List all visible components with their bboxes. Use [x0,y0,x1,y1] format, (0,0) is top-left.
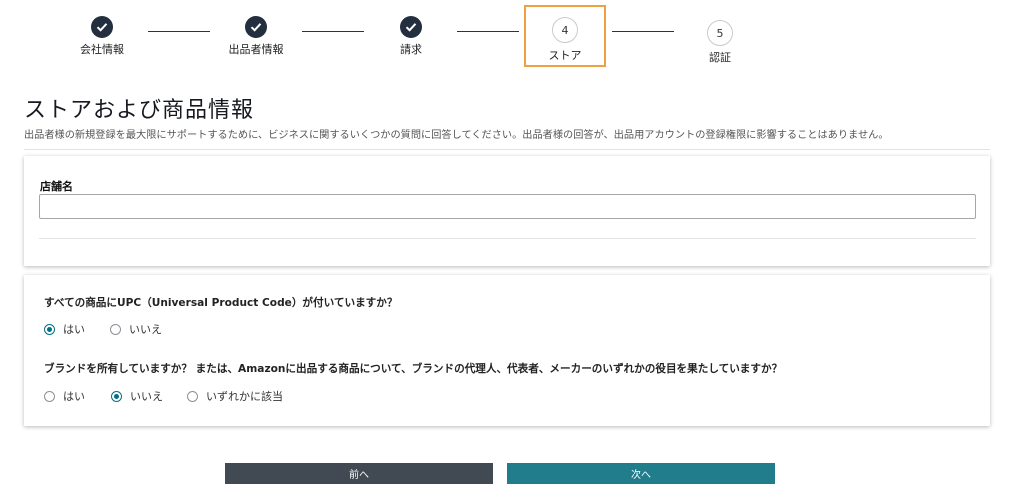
upc-yes-option[interactable]: はい [44,321,85,337]
step-label: 会社情報 [80,43,124,56]
store-name-card: 店舗名 [24,156,990,266]
step-connector [457,31,519,32]
step-connector [612,31,674,32]
section-divider [24,149,990,150]
check-icon [91,16,113,38]
brand-question: ブランドを所有していますか？ または、Amazonに出品する商品について、ブラン… [44,363,783,375]
step-connector [148,31,210,32]
step-store: 4 ストア [524,5,606,67]
progress-stepper: 会社情報 出品者情報 請求 4 ストア 5 認証 [0,0,1024,70]
step-company-info: 会社情報 [57,14,147,57]
radio-label: はい [63,390,85,403]
brand-either-option[interactable]: いずれかに該当 [187,388,283,404]
step-number: 4 [552,17,578,43]
upc-question: すべての商品にUPC（Universal Product Code）が付いていま… [44,297,398,309]
step-label: 請求 [400,43,422,56]
upc-no-option[interactable]: いいえ [110,321,162,337]
check-icon [245,16,267,38]
radio-button-checked[interactable] [111,390,122,402]
step-number: 5 [707,20,733,46]
page-description: 出品者様の新規登録を最大限にサポートするために、ビジネスに関するいくつかの質問に… [24,130,889,141]
brand-yes-option[interactable]: はい [44,388,85,404]
store-name-input[interactable] [39,194,976,219]
check-icon [400,16,422,38]
radio-label: いずれかに該当 [206,390,283,403]
store-name-label: 店舗名 [40,180,73,193]
radio-button[interactable] [44,390,55,402]
step-connector [302,31,364,32]
brand-no-option[interactable]: いいえ [111,388,163,404]
step-verification: 5 認証 [675,14,765,65]
radio-label: いいえ [130,390,163,403]
step-label: ストア [548,49,582,62]
product-questions-card: すべての商品にUPC（Universal Product Code）が付いていま… [24,275,990,426]
radio-button-checked[interactable] [44,323,55,335]
radio-label: はい [63,323,85,336]
radio-button[interactable] [187,390,198,402]
next-button[interactable]: 次へ [507,463,775,484]
previous-button[interactable]: 前へ [225,463,493,484]
card-divider [39,238,976,239]
step-label: 出品者情報 [228,43,284,56]
step-billing: 請求 [366,14,456,57]
step-seller-info: 出品者情報 [211,14,301,57]
page-title: ストアおよび商品情報 [24,98,255,123]
step-label: 認証 [709,51,731,64]
radio-label: いいえ [129,323,162,336]
radio-button[interactable] [110,323,121,335]
